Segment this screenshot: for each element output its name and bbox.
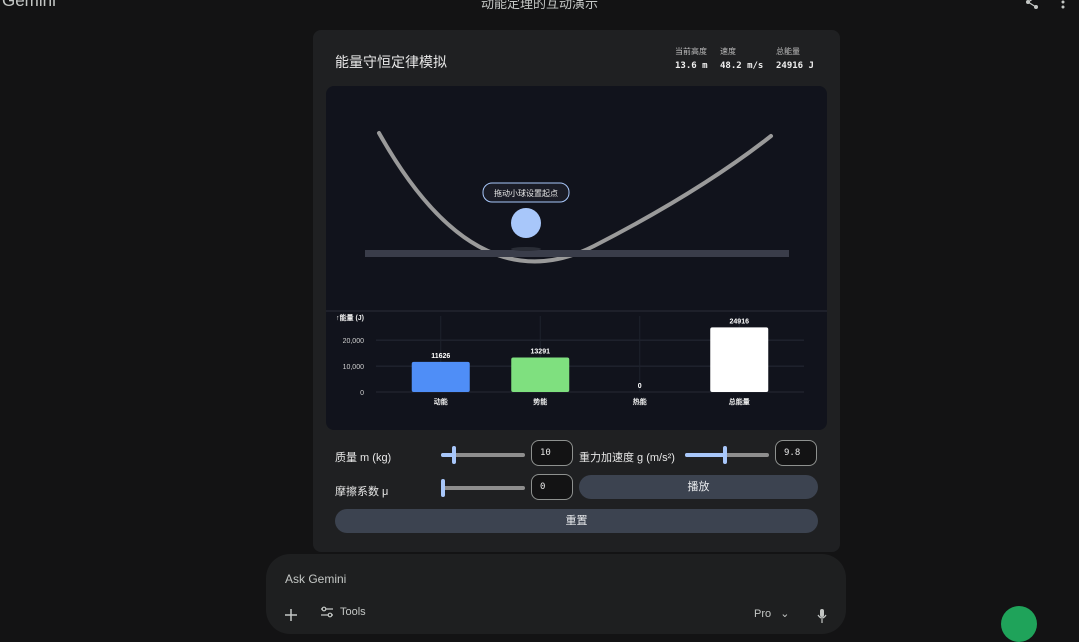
simulation-card: 能量守恒定律模拟 当前高度 13.6 m 速度 48.2 m/s 总能量 249… xyxy=(313,30,840,552)
stat-speed-label: 速度 xyxy=(720,47,736,56)
stat-energy-value: 24916 J xyxy=(776,61,814,71)
energy-chart: ↑能量 (J) 20,000 10,000 0 11626 动能 13291 势能 0 热能 249… xyxy=(336,313,804,406)
share-icon[interactable] xyxy=(1024,0,1040,10)
gravity-label: 重力加速度 g (m/s²) xyxy=(579,452,675,464)
bar-4 xyxy=(710,327,769,392)
tools-icon xyxy=(321,606,333,618)
play-button[interactable]: 播放 xyxy=(579,475,818,499)
simulation-title: 能量守恒定律模拟 xyxy=(335,54,447,70)
bar-1 xyxy=(411,361,470,392)
friction-input[interactable]: 0 xyxy=(531,474,573,500)
gravity-slider-fill xyxy=(685,453,726,457)
top-bar: Gemini 动能定理的互动演示 xyxy=(0,0,1079,14)
stat-speed-value: 48.2 m/s xyxy=(720,61,764,71)
more-vert-icon[interactable] xyxy=(1057,0,1069,10)
plus-icon[interactable] xyxy=(284,608,298,622)
stat-height: 当前高度 13.6 m xyxy=(675,46,708,71)
prompt-box[interactable]: Ask Gemini Tools Pro ⌄ xyxy=(266,554,846,634)
bar-value-label: 24916 xyxy=(730,318,750,325)
prompt-input[interactable]: Ask Gemini xyxy=(285,572,346,586)
stat-height-label: 当前高度 xyxy=(675,47,707,56)
mass-slider-thumb[interactable] xyxy=(451,446,456,464)
tools-button[interactable]: Tools xyxy=(320,606,366,624)
mass-label: 质量 m (kg) xyxy=(335,452,392,464)
bar-2 xyxy=(511,357,570,392)
ball-tooltip: 拖动小球设置起点 xyxy=(494,188,558,198)
model-label: Pro xyxy=(754,608,772,620)
y-tick-label: 20,000 xyxy=(343,338,365,345)
chevron-down-icon: ⌄ xyxy=(780,608,790,620)
ground xyxy=(365,250,789,257)
simulation-canvas[interactable]: 拖动小球设置起点 ↑能量 (J) 20,000 10,000 0 11626 动能 1329… xyxy=(326,86,827,430)
stat-energy: 总能量 24916 J xyxy=(776,46,814,71)
gravity-slider[interactable] xyxy=(685,446,769,464)
tools-label: Tools xyxy=(340,606,366,618)
mass-slider[interactable] xyxy=(441,446,525,464)
stat-energy-label: 总能量 xyxy=(776,47,800,56)
floating-action-button[interactable] xyxy=(1001,606,1037,642)
y-tick-label: 0 xyxy=(360,390,364,397)
friction-label: 摩擦系数 μ xyxy=(335,486,389,498)
ball-shadow xyxy=(511,247,541,251)
bar-value-label: 13291 xyxy=(531,349,551,356)
model-selector[interactable]: Pro ⌄ xyxy=(754,607,789,620)
mic-icon[interactable] xyxy=(817,609,827,623)
category-label: 动能 xyxy=(434,397,448,406)
gravity-input[interactable]: 9.8 xyxy=(775,440,817,466)
document-title: 动能定理的互动演示 xyxy=(480,0,598,11)
category-label: 势能 xyxy=(533,397,547,406)
friction-slider-thumb[interactable] xyxy=(441,479,445,497)
gravity-slider-thumb[interactable] xyxy=(723,446,728,464)
mass-input[interactable]: 10 xyxy=(531,440,573,466)
scene-svg: 拖动小球设置起点 ↑能量 (J) 20,000 10,000 0 11626 动能 1329… xyxy=(326,131,827,406)
ramp-curve xyxy=(377,131,773,264)
y-axis-label: ↑能量 (J) xyxy=(336,313,364,322)
stat-speed: 速度 48.2 m/s xyxy=(720,46,763,71)
reset-button[interactable]: 重置 xyxy=(335,509,818,533)
category-label: 总能量 xyxy=(729,397,750,406)
friction-slider[interactable] xyxy=(441,479,525,497)
bar-value-label: 11626 xyxy=(431,353,450,360)
category-label: 热能 xyxy=(633,397,647,406)
ball[interactable] xyxy=(511,208,541,238)
y-tick-label: 10,000 xyxy=(343,364,365,371)
stat-height-value: 13.6 m xyxy=(675,61,708,71)
bar-value-label: 0 xyxy=(638,383,642,390)
